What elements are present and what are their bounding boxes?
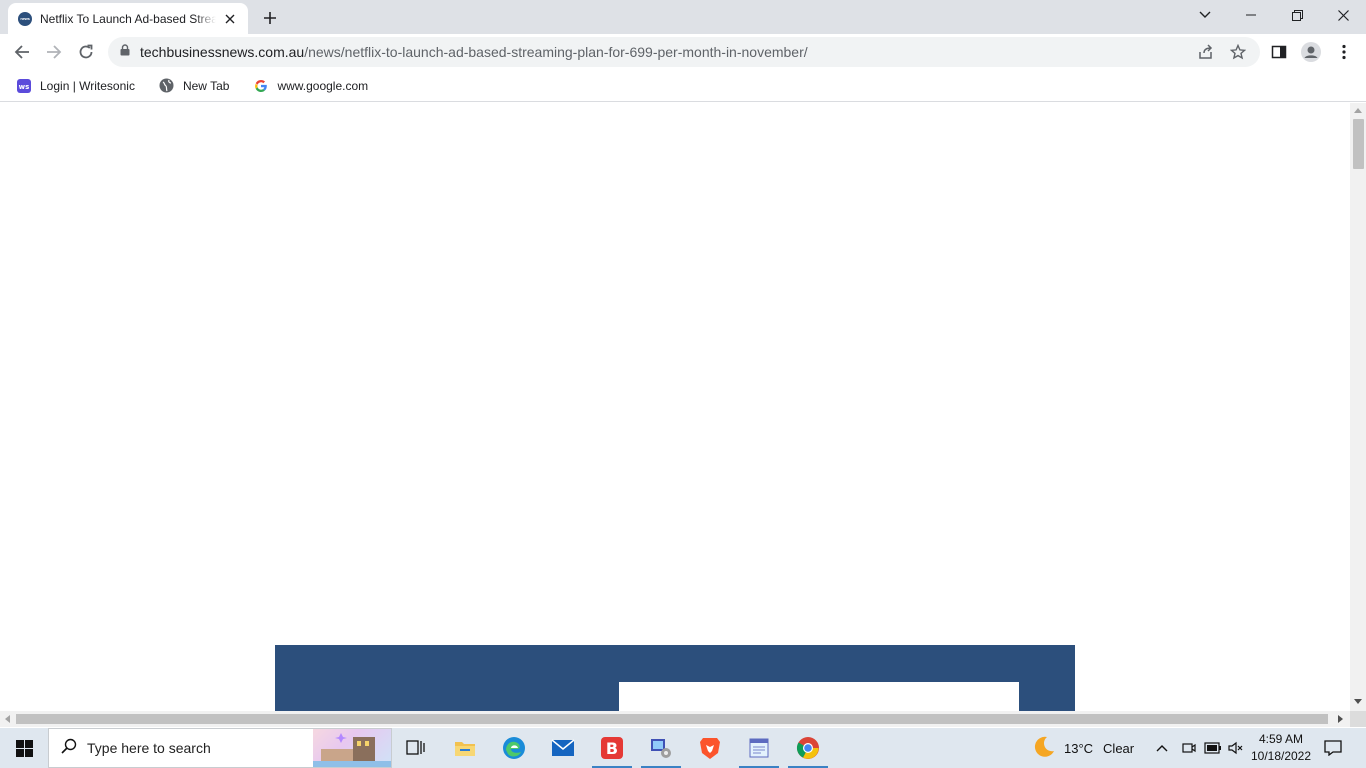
search-highlight-illustration-icon [313, 729, 391, 767]
weather-temp: 13°C [1064, 740, 1094, 756]
back-arrow-icon[interactable] [8, 38, 36, 66]
clock-date: 10/18/2022 [1250, 749, 1312, 763]
address-bar[interactable]: techbusinessnews.com.au/news/netflix-to-… [108, 37, 1260, 67]
page-viewport[interactable] [0, 103, 1350, 711]
windows-start-icon[interactable] [0, 728, 48, 768]
clock-time: 4:59 AM [1258, 732, 1304, 746]
scroll-right-icon[interactable] [1338, 715, 1344, 723]
notification-center-icon[interactable] [1324, 728, 1342, 768]
bookmarks-bar: ws Login | Writesonic New Tab www.google… [0, 70, 1366, 102]
edge-browser-icon[interactable] [490, 728, 538, 768]
battery-icon[interactable] [1204, 728, 1222, 768]
globe-icon [159, 78, 175, 94]
forward-arrow-icon[interactable] [40, 38, 68, 66]
profile-avatar-icon[interactable] [1297, 38, 1325, 66]
bookmark-writesonic[interactable]: ws Login | Writesonic [12, 73, 139, 99]
bookmark-star-icon[interactable] [1230, 44, 1246, 60]
b-app-icon[interactable]: B [588, 728, 636, 768]
svg-text:ws: ws [19, 83, 30, 91]
restore-button[interactable] [1274, 0, 1320, 30]
show-hidden-icons-chevron-up-icon[interactable] [1156, 728, 1168, 768]
kebab-menu-icon[interactable] [1330, 38, 1358, 66]
site-header-banner [275, 645, 1075, 711]
new-tab-button[interactable] [258, 7, 282, 29]
mail-icon[interactable] [539, 728, 587, 768]
search-icon [61, 738, 77, 759]
volume-muted-icon[interactable] [1228, 728, 1244, 768]
taskbar-search-box[interactable]: Type here to search [48, 728, 392, 768]
weather-condition: Clear [1103, 740, 1135, 756]
tab-title: Netflix To Launch Ad-based Streaming Pla… [40, 11, 216, 26]
close-window-button[interactable] [1320, 0, 1366, 30]
url-text: techbusinessnews.com.au/news/netflix-to-… [140, 44, 808, 60]
notepad-app-icon[interactable] [735, 728, 783, 768]
site-logo-box [619, 682, 1019, 711]
google-icon [253, 78, 269, 94]
tab-active[interactable]: news Netflix To Launch Ad-based Streamin… [8, 3, 248, 34]
tab-search-chevron-down-icon[interactable] [1182, 0, 1228, 30]
brave-browser-icon[interactable] [686, 728, 734, 768]
svg-text:B: B [606, 739, 618, 758]
weather-widget[interactable]: 13°C Clear [1032, 728, 1134, 768]
side-panel-icon[interactable] [1265, 38, 1293, 66]
bookmark-new-tab[interactable]: New Tab [155, 73, 233, 99]
writesonic-icon: ws [16, 78, 32, 94]
system-clock[interactable]: 4:59 AM 10/18/2022 [1246, 731, 1316, 765]
vertical-scrollbar[interactable] [1350, 103, 1366, 711]
browser-title-bar: news Netflix To Launch Ad-based Streamin… [0, 0, 1366, 34]
browser-toolbar: techbusinessnews.com.au/news/netflix-to-… [0, 34, 1366, 70]
horizontal-scroll-thumb[interactable] [16, 714, 1328, 724]
scrollbar-corner [1350, 711, 1366, 727]
horizontal-scrollbar[interactable] [0, 711, 1350, 727]
scroll-up-icon[interactable] [1354, 107, 1362, 113]
file-explorer-icon[interactable] [441, 728, 489, 768]
meet-now-icon[interactable] [1182, 728, 1196, 768]
vertical-scroll-thumb[interactable] [1353, 119, 1364, 169]
scroll-left-icon[interactable] [4, 715, 10, 723]
reload-icon[interactable] [72, 38, 100, 66]
search-placeholder: Type here to search [87, 740, 211, 756]
share-icon[interactable] [1198, 44, 1214, 60]
bookmark-google[interactable]: www.google.com [249, 73, 372, 99]
task-view-icon[interactable] [392, 728, 440, 768]
windows-taskbar: Type here to search B 13°C Clear 4:59 AM… [0, 728, 1366, 768]
chrome-browser-icon[interactable] [784, 728, 832, 768]
tab-close-icon[interactable] [222, 11, 238, 27]
scroll-down-icon[interactable] [1354, 699, 1362, 705]
moon-icon [1032, 735, 1056, 762]
site-favicon-icon: news [18, 11, 32, 26]
minimize-button[interactable] [1228, 0, 1274, 30]
lock-icon[interactable] [120, 43, 130, 61]
network-app-icon[interactable] [637, 728, 685, 768]
